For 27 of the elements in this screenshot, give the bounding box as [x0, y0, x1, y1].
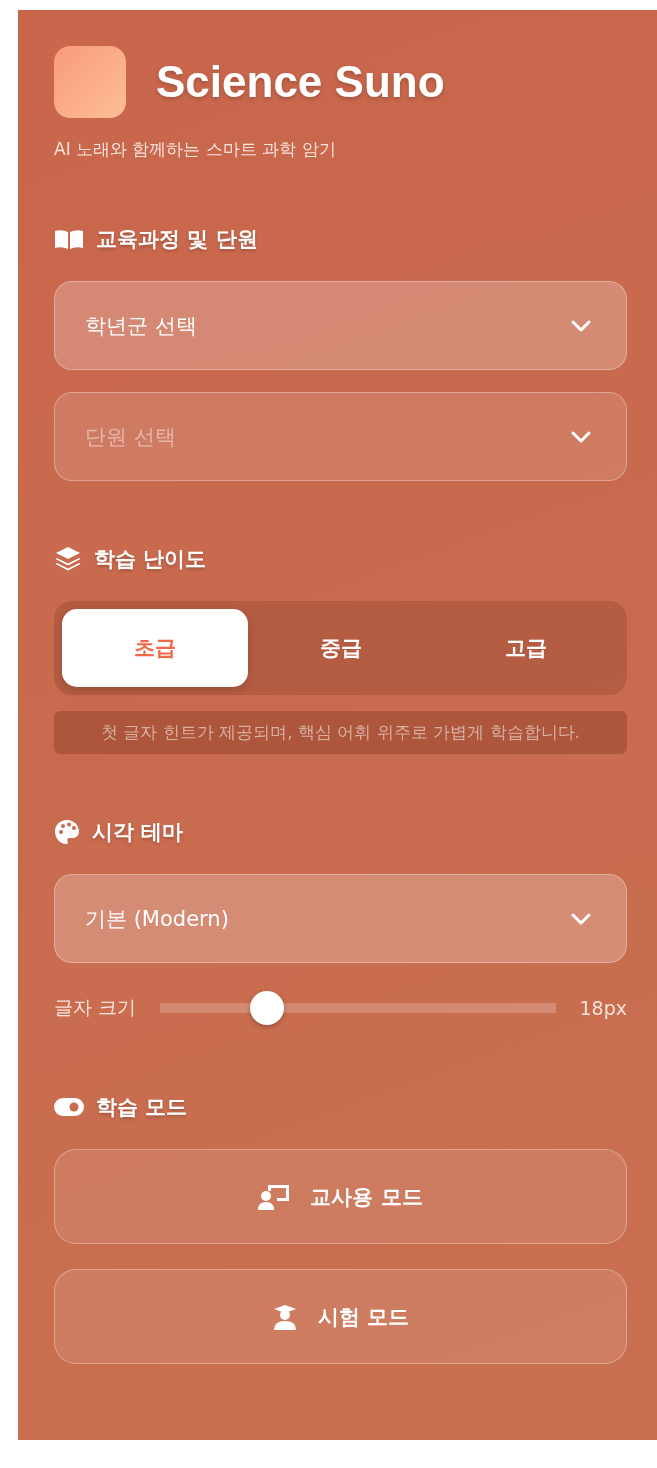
dropdown-select[interactable]: 기본 (Modern)	[54, 874, 627, 964]
slider-value: 18px	[579, 997, 627, 1020]
slider-label: 글자 크기	[54, 995, 137, 1021]
dropdown-select[interactable]: 학년군 선택	[54, 281, 627, 370]
difficulty-hint: 첫 글자 힌트가 제공되며, 핵심 어휘 위주로 가볍게 학습합니다.	[54, 711, 627, 755]
chevron-down-icon	[570, 429, 592, 444]
section-heading: 교육과정 및 단원	[96, 226, 258, 253]
difficulty-tab[interactable]: 중급	[247, 609, 434, 687]
layers-icon	[54, 546, 82, 572]
book-icon	[54, 229, 84, 249]
logo-icon	[54, 46, 126, 118]
teacher-icon	[258, 1183, 291, 1210]
section-heading: 학습 모드	[96, 1094, 188, 1122]
palette-icon	[54, 819, 80, 846]
toggle-icon	[54, 1098, 84, 1117]
app-subtitle: AI 노래와 함께하는 스마트 과학 암기	[54, 138, 337, 161]
chevron-down-icon	[570, 318, 592, 333]
mode-button[interactable]: 시험 모드	[54, 1269, 627, 1365]
app-title: Science Suno	[156, 57, 445, 107]
slider-thumb[interactable]	[250, 991, 285, 1026]
graduate-icon	[271, 1303, 298, 1330]
section-heading: 학습 난이도	[94, 546, 207, 573]
difficulty-tab[interactable]: 초급	[62, 609, 248, 687]
difficulty-tab[interactable]: 고급	[433, 609, 619, 687]
section-heading: 시각 테마	[92, 819, 184, 847]
mode-button[interactable]: 교사용 모드	[54, 1149, 627, 1245]
chevron-down-icon	[570, 911, 592, 926]
